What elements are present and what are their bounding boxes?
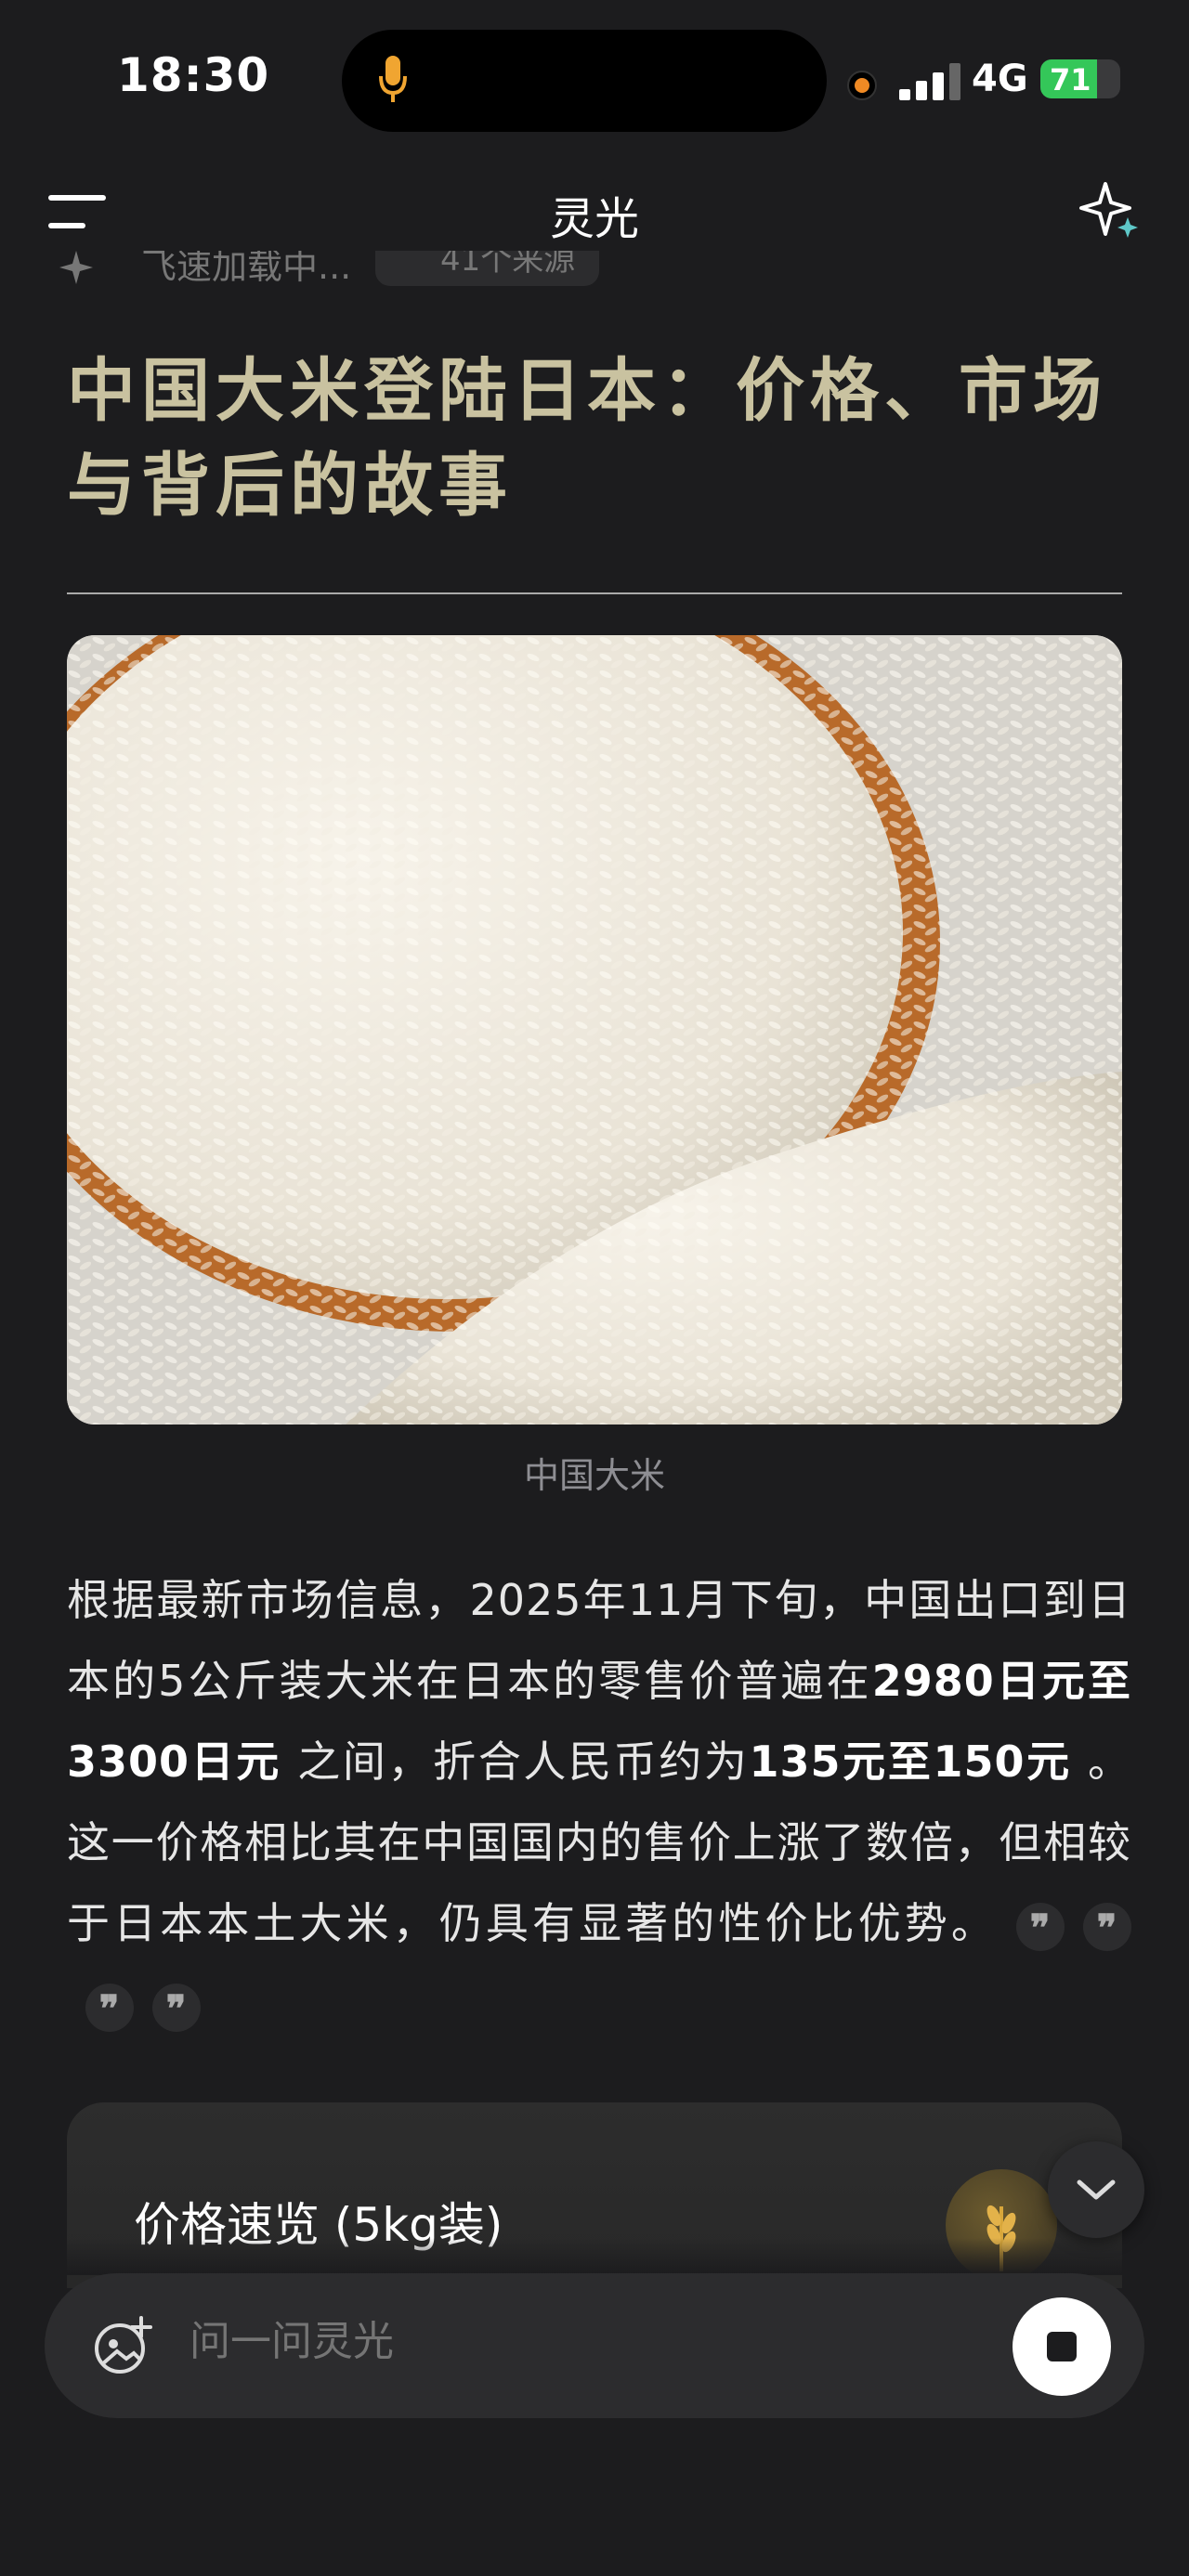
sources-count-label: 41个来源 bbox=[440, 251, 576, 279]
chevron-down-icon bbox=[1077, 2179, 1116, 2200]
ask-input-bar bbox=[45, 2273, 1144, 2418]
network-label: 4G bbox=[972, 58, 1028, 100]
scroll-down-button[interactable] bbox=[1048, 2141, 1144, 2238]
stop-icon bbox=[1047, 2332, 1077, 2361]
price-range-rmb: 135元至150元 bbox=[749, 1737, 1072, 1787]
dynamic-island bbox=[342, 30, 827, 132]
sources-count-badge[interactable]: 41个来源 bbox=[375, 251, 600, 286]
status-bar: 18:30 4G 71 bbox=[0, 0, 1189, 158]
quote-icon[interactable]: ❞ bbox=[1083, 1902, 1131, 1951]
sparkle-small-icon bbox=[59, 251, 93, 284]
image-caption: 中国大米 bbox=[523, 1455, 665, 1496]
paragraph-text-2: 之间，折合人民币约为 bbox=[281, 1737, 750, 1787]
article-image[interactable] bbox=[67, 635, 1122, 1425]
ask-input[interactable] bbox=[188, 2318, 934, 2366]
privacy-indicator-icon bbox=[847, 71, 877, 100]
mic-icon bbox=[379, 56, 407, 102]
loading-text: 飞速加载中... bbox=[141, 251, 352, 287]
article-paragraph: 根据最新市场信息，2025年11月下旬，中国出口到日本的5公斤装大米在日本的零售… bbox=[67, 1560, 1131, 2045]
top-nav: 灵光 bbox=[0, 167, 1189, 251]
article-headline: 中国大米登陆日本：价格、市场与背后的故事 bbox=[67, 351, 1107, 526]
quote-icon[interactable]: ❞ bbox=[152, 1983, 201, 2032]
quote-icon[interactable]: ❞ bbox=[1016, 1902, 1065, 1951]
battery-icon: 71 bbox=[1040, 59, 1120, 98]
status-time: 18:30 bbox=[117, 48, 270, 102]
sparkle-icon[interactable] bbox=[1079, 180, 1141, 241]
rice-photo bbox=[67, 635, 1122, 1425]
signal-icon bbox=[899, 63, 960, 100]
quote-icon[interactable]: ❞ bbox=[85, 1983, 134, 2032]
divider bbox=[67, 592, 1122, 594]
image-add-icon[interactable] bbox=[93, 2316, 154, 2377]
home-area bbox=[0, 2507, 1189, 2576]
battery-percent: 71 bbox=[1050, 62, 1091, 98]
stop-button[interactable] bbox=[1013, 2297, 1111, 2396]
nav-title: 灵光 bbox=[549, 193, 639, 245]
sources-row[interactable]: 飞速加载中... 41个来源 bbox=[58, 251, 708, 297]
content-fade bbox=[0, 2238, 1189, 2275]
